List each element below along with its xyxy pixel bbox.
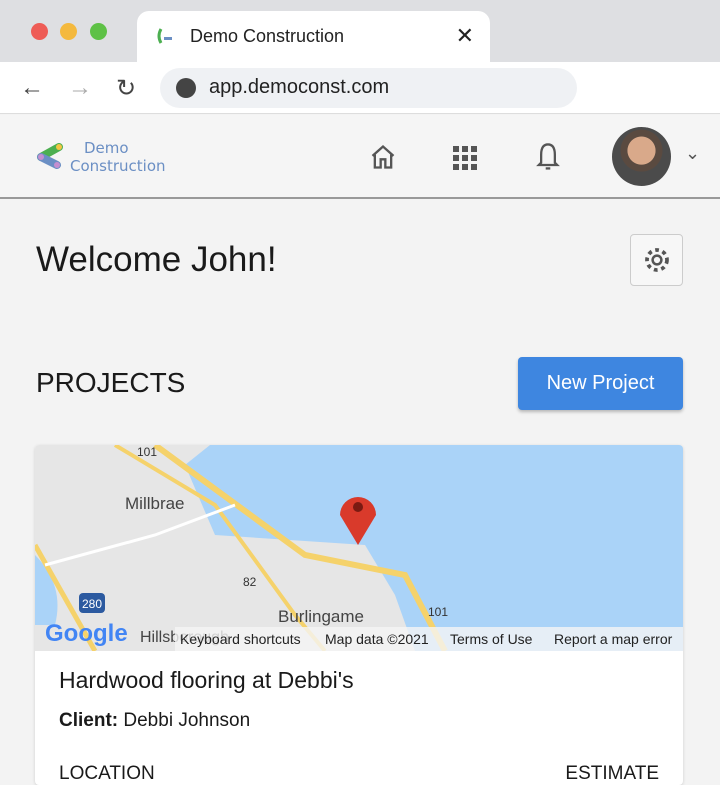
google-logo: Google	[45, 620, 128, 647]
reload-icon[interactable]: ↻	[116, 74, 136, 103]
avatar[interactable]	[612, 127, 671, 186]
url-text: app.democonst.com	[209, 76, 390, 98]
chevron-down-icon[interactable]: ⌄	[685, 143, 700, 164]
back-icon[interactable]: ←	[20, 74, 44, 102]
home-icon[interactable]	[369, 143, 397, 171]
maximize-window-button[interactable]	[90, 23, 107, 40]
address-bar: ← → ↻ app.democonst.com	[0, 62, 720, 114]
gear-icon	[644, 248, 669, 272]
globe-icon	[176, 78, 196, 98]
highway-shield-101-east: 101	[428, 605, 448, 619]
highway-shield-101: 101	[137, 445, 157, 459]
favicon-icon	[157, 28, 172, 44]
close-tab-icon[interactable]: ✕	[456, 23, 474, 49]
logo-line-2: Construction	[70, 157, 166, 175]
client-label: Client:	[59, 710, 119, 731]
map-data-text: Map data ©2021	[325, 631, 429, 647]
settings-button[interactable]	[630, 234, 683, 286]
map-label-millbrae: Millbrae	[125, 494, 185, 513]
logo-line-1: Demo	[84, 139, 129, 157]
forward-icon[interactable]: →	[68, 74, 92, 102]
tab-title: Demo Construction	[190, 26, 345, 46]
new-project-button[interactable]: New Project	[518, 357, 683, 410]
client-name: Debbi Johnson	[123, 710, 251, 731]
project-map[interactable]: Millbrae Burlingame Hillsborough 101 82 …	[35, 445, 683, 651]
logo-icon	[37, 143, 63, 169]
browser-tab[interactable]: Demo Construction ✕	[137, 11, 490, 62]
location-column-header: LOCATION	[59, 763, 155, 784]
keyboard-shortcuts-link[interactable]: Keyboard shortcuts	[180, 631, 301, 647]
welcome-heading: Welcome John!	[36, 240, 277, 279]
apps-grid-icon[interactable]	[452, 145, 478, 171]
project-client: Client: Debbi Johnson	[59, 710, 250, 732]
bell-icon[interactable]	[534, 141, 562, 173]
project-card[interactable]: Millbrae Burlingame Hillsborough 101 82 …	[35, 445, 683, 785]
report-map-error-link[interactable]: Report a map error	[554, 631, 672, 647]
url-field[interactable]: app.democonst.com	[160, 68, 577, 108]
logo-text[interactable]: Demo Construction	[70, 139, 166, 175]
highway-shield-280: 280	[82, 597, 102, 611]
highway-shield-82: 82	[243, 575, 257, 589]
browser-tab-bar: Demo Construction ✕	[0, 0, 720, 62]
minimize-window-button[interactable]	[60, 23, 77, 40]
terms-of-use-link[interactable]: Terms of Use	[450, 631, 532, 647]
app-header: Demo Construction ⌄	[0, 115, 720, 199]
map-label-burlingame: Burlingame	[278, 607, 364, 626]
projects-heading: PROJECTS	[36, 367, 186, 398]
close-window-button[interactable]	[31, 23, 48, 40]
project-title[interactable]: Hardwood flooring at Debbi's	[59, 667, 354, 694]
estimate-column-header: ESTIMATE	[565, 763, 659, 784]
